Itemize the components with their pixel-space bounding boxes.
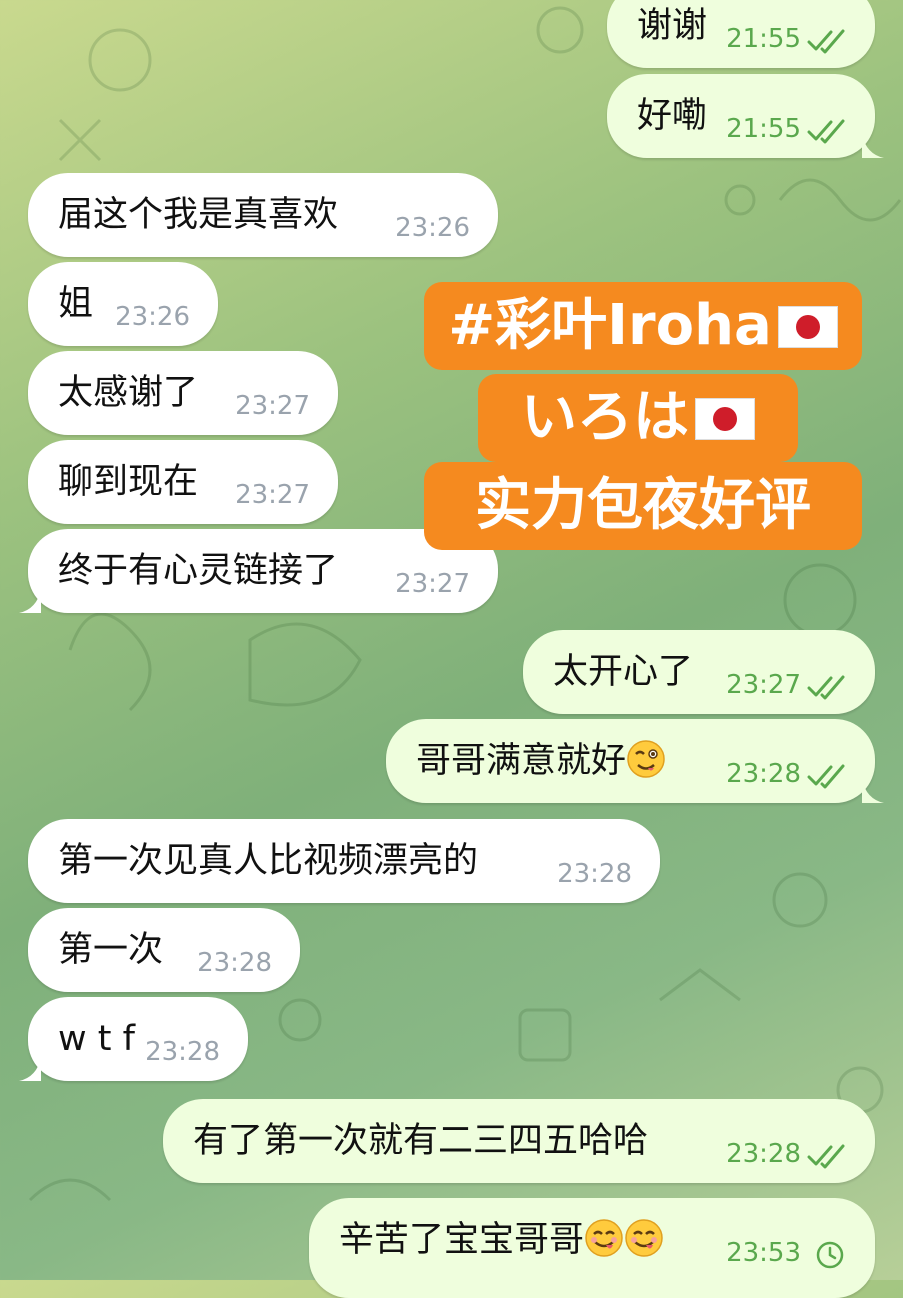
message-bubble-incoming[interactable]: 届这个我是真喜欢 23:26	[28, 173, 498, 257]
message-text: 有了第一次就有二三四五哈哈	[193, 1121, 649, 1161]
message-bubble-outgoing[interactable]: 太开心了 23:27	[523, 630, 875, 714]
message-text: 姐	[58, 284, 94, 324]
message-text: w t f	[58, 1019, 135, 1059]
message-bubble-incoming[interactable]: 聊到现在 23:27	[28, 440, 338, 524]
message-text-body: 辛苦了宝宝哥哥	[339, 1220, 585, 1260]
message-text: 好嘞	[637, 96, 708, 136]
double-check-icon	[807, 29, 845, 54]
message-bubble-incoming[interactable]: 第一次见真人比视频漂亮的 23:28	[28, 819, 660, 903]
message-time: 23:26	[395, 213, 470, 243]
message-bubble-incoming[interactable]: 太感谢了 23:27	[28, 351, 338, 435]
japan-flag-icon	[777, 306, 838, 348]
message-bubble-incoming[interactable]: 姐 23:26	[28, 262, 218, 346]
message-text: 聊到现在	[58, 462, 199, 502]
double-check-icon	[807, 1144, 845, 1169]
message-time: 23:28	[726, 759, 801, 789]
clock-sending-icon	[816, 1241, 844, 1269]
bubble-tail	[19, 589, 41, 613]
message-bubble-incoming[interactable]: w t f 23:28	[19, 997, 248, 1081]
promo-line-1: #彩叶Iroha	[424, 282, 862, 370]
double-check-icon	[807, 119, 845, 144]
message-text: 谢谢	[637, 6, 708, 46]
message-bubble-outgoing[interactable]: 谢谢 21:55	[607, 0, 875, 68]
message-text: 终于有心灵链接了	[58, 551, 339, 591]
message-text: 太感谢了	[58, 373, 199, 413]
message-time: 23:28	[145, 1037, 220, 1067]
yum-face-icon	[585, 1219, 623, 1257]
message-text: 届这个我是真喜欢	[58, 195, 339, 235]
message-time: 23:27	[235, 391, 310, 421]
promo-line-3-text: 实力包夜好评	[475, 473, 811, 538]
double-check-icon	[807, 675, 845, 700]
promo-line-3: 实力包夜好评	[424, 462, 862, 550]
message-bubble-outgoing[interactable]: 哥哥满意就好 23:28	[386, 719, 884, 803]
japan-flag-icon	[695, 398, 755, 440]
double-check-icon	[807, 764, 845, 789]
promo-overlay: #彩叶Iroha いろは 实力包夜好评	[418, 282, 862, 550]
winking-face-icon	[627, 740, 665, 778]
message-bubble-incoming[interactable]: 第一次 23:28	[28, 908, 300, 992]
message-time: 23:28	[197, 948, 272, 978]
message-time: 23:27	[726, 670, 801, 700]
message-time: 21:55	[726, 114, 801, 144]
message-list[interactable]: 谢谢 21:55 好嘞 21:55 届这个我是真喜欢 23:26 姐 23:26…	[0, 0, 903, 1298]
message-text: 辛苦了宝宝哥哥	[339, 1198, 664, 1282]
message-time: 23:53	[726, 1238, 801, 1268]
message-time: 21:55	[726, 24, 801, 54]
bubble-tail	[862, 779, 884, 803]
message-bubble-outgoing[interactable]: 有了第一次就有二三四五哈哈 23:28	[163, 1099, 875, 1183]
message-text: 第一次见真人比视频漂亮的	[58, 841, 479, 881]
promo-line-2: いろは	[478, 374, 798, 462]
yum-face-icon	[625, 1219, 663, 1257]
message-time: 23:28	[557, 859, 632, 889]
message-time: 23:27	[395, 569, 470, 599]
message-time: 23:27	[235, 480, 310, 510]
message-bubble-outgoing[interactable]: 好嘞 21:55	[607, 74, 884, 158]
message-text: 太开心了	[553, 652, 694, 692]
message-time: 23:28	[726, 1139, 801, 1169]
promo-line-2-text: いろは	[521, 385, 689, 450]
message-text: 第一次	[58, 930, 164, 970]
promo-line-1-text: #彩叶Iroha	[448, 293, 772, 358]
message-bubble-outgoing[interactable]: 辛苦了宝宝哥哥 23:53	[309, 1198, 875, 1298]
message-text-body: 哥哥满意就好	[416, 741, 627, 781]
bubble-tail	[19, 1057, 41, 1081]
message-text: 哥哥满意就好	[416, 719, 666, 803]
bubble-tail	[862, 134, 884, 158]
message-time: 23:26	[115, 302, 190, 332]
